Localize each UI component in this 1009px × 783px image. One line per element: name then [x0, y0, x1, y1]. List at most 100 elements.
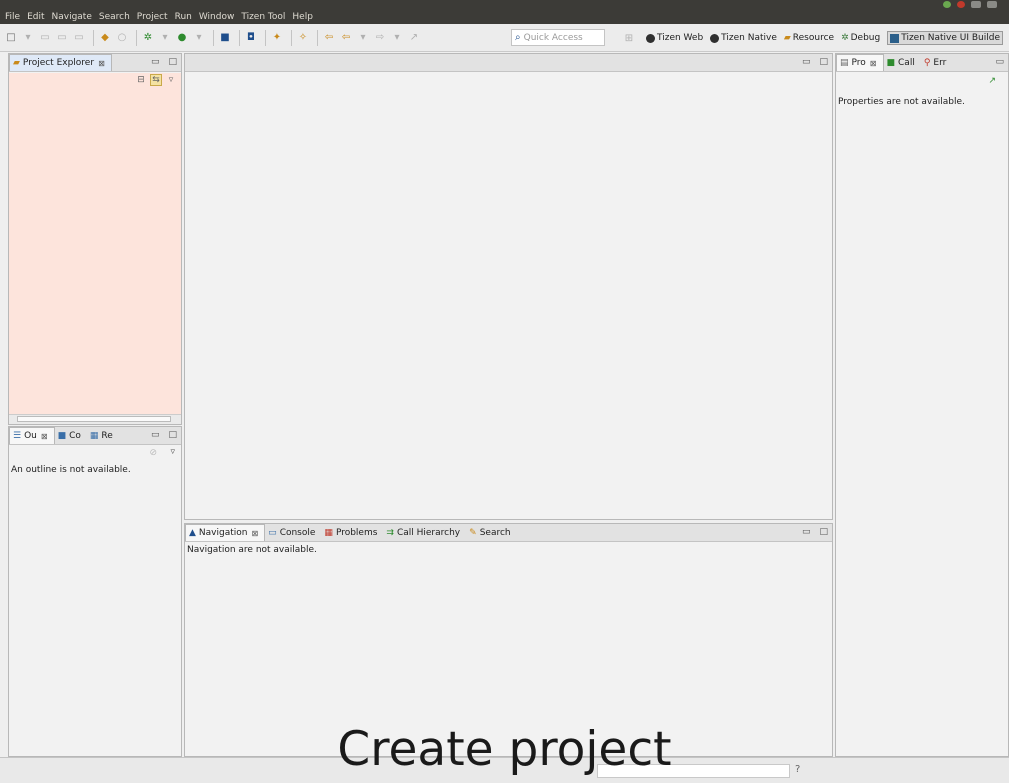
annotation-icon[interactable]: ✧ — [296, 31, 310, 45]
refresh-icon[interactable]: ○ — [115, 31, 129, 45]
quick-access-input[interactable]: ⌕ Quick Access — [511, 29, 605, 46]
battery-icon — [987, 1, 997, 8]
tab-search[interactable]: ✎ Search — [466, 524, 516, 541]
maximize-icon[interactable]: □ — [168, 430, 177, 440]
quick-access-placeholder: Quick Access — [523, 32, 583, 43]
minimize-icon[interactable]: ▭ — [802, 527, 811, 537]
outline-tabbar: ☰ Ou ⊠ ■ Co ▦ Re ▭ □ — [9, 427, 181, 445]
scrollbar-thumb[interactable] — [17, 416, 171, 422]
tab-outline[interactable]: ☰ Ou ⊠ — [9, 427, 55, 444]
tab-err[interactable]: ⚲ Err — [921, 54, 953, 71]
dropdown-icon[interactable]: ▾ — [192, 31, 206, 45]
outline-message: An outline is not available. — [11, 465, 131, 475]
forward-icon[interactable]: ⇦ — [339, 31, 353, 45]
search-icon: ✎ — [469, 527, 477, 538]
globe-icon — [646, 33, 655, 43]
save-all-icon[interactable]: ▭ — [55, 31, 69, 45]
link-editor-icon[interactable]: ⇆ — [150, 74, 162, 86]
properties-toolbar: ↗ — [836, 72, 1008, 92]
close-icon[interactable]: ⊠ — [251, 529, 258, 538]
connection-icon[interactable]: ◘ — [244, 31, 258, 45]
menu-tizen-tool[interactable]: Tizen Tool — [241, 12, 285, 22]
tab-call[interactable]: ■ Call — [884, 54, 921, 71]
run-icon[interactable]: ● — [175, 31, 189, 45]
maximize-icon[interactable]: □ — [819, 527, 828, 537]
menu-project[interactable]: Project — [137, 12, 168, 22]
tab-problems[interactable]: ▦ Problems — [321, 524, 383, 541]
build-icon[interactable]: ◆ — [98, 31, 112, 45]
menu-search[interactable]: Search — [99, 12, 130, 22]
dropdown-icon[interactable]: ▾ — [158, 31, 172, 45]
dropdown-icon[interactable]: ▾ — [356, 31, 370, 45]
view-controls: ▭ □ — [151, 430, 177, 440]
navigation-tabbar: ▲ Navigation ⊠ ▭ Console ▦ Problems ⇉ Ca… — [185, 524, 832, 542]
project-explorer-toolbar: ⊟ ⇆ ▿ — [135, 74, 177, 86]
properties-panel: ▤ Pro ⊠ ■ Call ⚲ Err ▭ ↗ Properties are … — [835, 53, 1009, 757]
window-title-bar — [0, 0, 1009, 9]
collapse-all-icon[interactable]: ⊟ — [135, 74, 147, 86]
tab-co[interactable]: ■ Co — [55, 427, 87, 444]
perspective-tizen-native[interactable]: Tizen Native — [710, 33, 777, 43]
minimize-icon[interactable]: ▭ — [151, 430, 160, 440]
menu-navigate[interactable]: Navigate — [52, 12, 92, 22]
editor-area: ▭ □ — [184, 53, 833, 520]
error-icon: ⚲ — [923, 57, 931, 68]
dropdown-icon[interactable]: ▾ — [390, 31, 404, 45]
perspective-tizen-native-ui-builder[interactable]: Tizen Native UI Builde — [887, 31, 1003, 45]
tab-re[interactable]: ▦ Re — [87, 427, 119, 444]
menu-bar: File Edit Navigate Search Project Run Wi… — [0, 9, 1009, 24]
tab-properties[interactable]: ▤ Pro ⊠ — [836, 54, 884, 71]
tab-project-explorer[interactable]: ▰ Project Explorer ⊠ — [9, 54, 112, 71]
pin-icon[interactable]: ↗ — [988, 76, 996, 86]
maximize-icon[interactable]: □ — [168, 57, 177, 67]
menu-run[interactable]: Run — [175, 12, 192, 22]
system-indicators — [943, 0, 997, 9]
view-menu-icon[interactable]: ▿ — [170, 447, 175, 457]
emulator-icon[interactable]: ■ — [218, 31, 232, 45]
menu-help[interactable]: Help — [292, 12, 313, 22]
new-icon[interactable]: □ — [4, 31, 18, 45]
maximize-icon[interactable]: □ — [819, 57, 828, 67]
properties-icon: ▤ — [840, 58, 849, 68]
link-icon[interactable]: ⊘ — [149, 448, 157, 458]
pin-icon[interactable]: ↗ — [407, 31, 421, 45]
folder-icon: ▰ — [783, 33, 791, 43]
status-icon — [943, 1, 951, 8]
minimize-icon[interactable]: ▭ — [802, 57, 811, 67]
menu-file[interactable]: File — [5, 12, 20, 22]
hierarchy-icon: ⇉ — [386, 527, 394, 538]
menu-edit[interactable]: Edit — [27, 12, 44, 22]
close-icon[interactable]: ⊠ — [98, 59, 105, 68]
next-icon[interactable]: ⇨ — [373, 31, 387, 45]
search-icon[interactable]: ✦ — [270, 31, 284, 45]
back-icon[interactable]: ⇦ — [322, 31, 336, 45]
menu-window[interactable]: Window — [199, 12, 235, 22]
tab-navigation[interactable]: ▲ Navigation ⊠ — [185, 524, 266, 541]
horizontal-scrollbar[interactable] — [9, 414, 181, 424]
close-icon[interactable]: ⊠ — [41, 432, 48, 441]
print-icon[interactable]: ▭ — [72, 31, 86, 45]
view-controls: ▭ □ — [802, 527, 828, 537]
perspective-debug[interactable]: ✲ Debug — [841, 33, 880, 43]
tab-call-hierarchy[interactable]: ⇉ Call Hierarchy — [383, 524, 466, 541]
perspective-tizen-web[interactable]: Tizen Web — [646, 33, 703, 43]
navigation-icon: ▲ — [189, 528, 196, 538]
save-icon[interactable]: ▭ — [38, 31, 52, 45]
close-icon[interactable]: ⊠ — [870, 59, 877, 68]
open-perspective-icon: ⊞ — [624, 32, 634, 44]
debug-icon[interactable]: ✲ — [141, 31, 155, 45]
folder-icon: ▰ — [13, 58, 20, 68]
minimize-icon[interactable]: ▭ — [995, 57, 1004, 67]
navigation-message: Navigation are not available. — [187, 545, 317, 555]
perspective-resource[interactable]: ▰ Resource — [784, 33, 834, 43]
view-controls: ▭ □ — [151, 57, 177, 67]
globe-icon — [710, 33, 720, 43]
properties-message: Properties are not available. — [838, 97, 965, 107]
minimize-icon[interactable]: ▭ — [151, 57, 160, 67]
project-explorer-tree[interactable] — [9, 73, 181, 424]
view-menu-icon[interactable]: ▿ — [165, 74, 177, 86]
dropdown-icon[interactable]: ▾ — [21, 31, 35, 45]
open-perspective-button[interactable]: ⊞ — [622, 31, 639, 45]
tab-console[interactable]: ▭ Console — [265, 524, 321, 541]
bug-icon: ✲ — [841, 33, 849, 43]
